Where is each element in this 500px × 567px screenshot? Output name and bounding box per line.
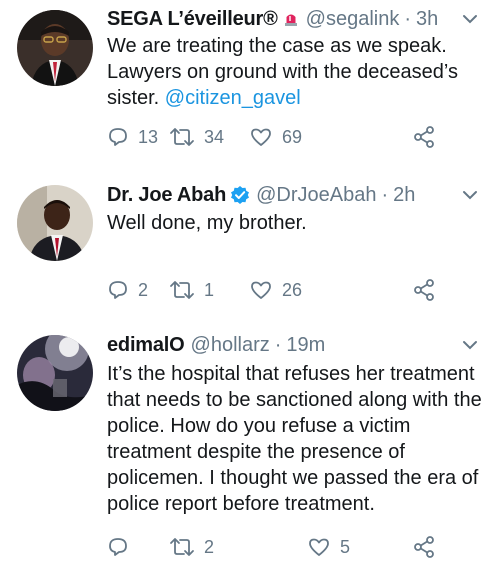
tweet-timestamp[interactable]: 19m: [286, 332, 325, 358]
share-button[interactable]: [412, 124, 436, 150]
tweet-segalink[interactable]: SEGA L’éveilleur® @segalink · 3h We are …: [0, 0, 500, 165]
reply-count: 13: [138, 126, 159, 147]
tweet-text: Well done, my brother.: [107, 212, 307, 234]
author-handle[interactable]: @DrJoeAbah: [256, 182, 376, 208]
retweet-count: 1: [204, 279, 215, 300]
tweet-actions: 2 1 26: [107, 277, 447, 303]
like-count: 26: [282, 279, 303, 300]
like-count: 69: [282, 126, 303, 147]
retweet-count: 2: [204, 536, 215, 557]
reply-button[interactable]: 13: [107, 124, 158, 150]
heart-icon: [251, 281, 271, 299]
avatar-segalink[interactable]: [17, 10, 93, 86]
tweet-text: It’s the hospital that refuses her treat…: [107, 363, 482, 515]
tweet-actions: 13 34 69: [107, 124, 447, 150]
tweet-timestamp[interactable]: 3h: [416, 6, 438, 32]
separator-dot: ·: [381, 184, 389, 206]
separator-dot: ·: [274, 334, 282, 356]
like-count: 5: [340, 536, 351, 557]
share-button[interactable]: [412, 534, 436, 560]
retweet-icon: [170, 128, 194, 146]
tweet-hollarz[interactable]: edimalO @hollarz · 19m It’s the hospital…: [0, 320, 500, 567]
mention-link[interactable]: @citizen_gavel: [165, 87, 301, 109]
author-handle[interactable]: @segalink: [306, 6, 400, 32]
author-name[interactable]: edimalO: [107, 332, 185, 358]
like-button[interactable]: 69: [249, 124, 302, 150]
tweet-text: We are treating the case as we speak. La…: [107, 33, 486, 111]
author-handle[interactable]: @hollarz: [191, 332, 270, 358]
like-button[interactable]: 26: [249, 277, 302, 303]
retweet-icon: [170, 538, 194, 556]
chevron-down-icon[interactable]: [456, 6, 478, 32]
reply-icon: [109, 281, 127, 299]
tweet-timestamp[interactable]: 2h: [393, 182, 415, 208]
retweet-button[interactable]: 2: [169, 534, 214, 560]
share-button[interactable]: [412, 277, 436, 303]
retweet-button[interactable]: 1: [169, 277, 214, 303]
reply-button[interactable]: [107, 534, 138, 560]
author-name[interactable]: Dr. Joe Abah: [107, 182, 226, 208]
retweet-count: 34: [204, 126, 225, 147]
reply-count: 2: [138, 279, 149, 300]
reply-icon: [109, 128, 127, 146]
siren-icon: [282, 10, 300, 28]
retweet-button[interactable]: 34: [169, 124, 224, 150]
chevron-down-icon[interactable]: [456, 332, 478, 358]
author-name[interactable]: SEGA L’éveilleur®: [107, 6, 278, 32]
share-icon: [414, 536, 434, 558]
avatar-drjoeabah[interactable]: [17, 185, 93, 261]
share-icon: [414, 279, 434, 301]
separator-dot: ·: [404, 8, 412, 30]
tweet-actions: 2 5: [107, 534, 447, 560]
share-icon: [414, 126, 434, 148]
avatar-hollarz[interactable]: [17, 335, 93, 411]
heart-icon: [251, 128, 271, 146]
retweet-icon: [170, 281, 194, 299]
chevron-down-icon[interactable]: [456, 182, 478, 208]
reply-icon: [109, 538, 127, 556]
verified-icon: [230, 185, 250, 205]
like-button[interactable]: 5: [307, 534, 350, 560]
reply-button[interactable]: 2: [107, 277, 148, 303]
heart-icon: [309, 538, 329, 556]
tweet-drjoeabah[interactable]: Dr. Joe Abah @DrJoeAbah · 2h Well done, …: [0, 170, 500, 320]
